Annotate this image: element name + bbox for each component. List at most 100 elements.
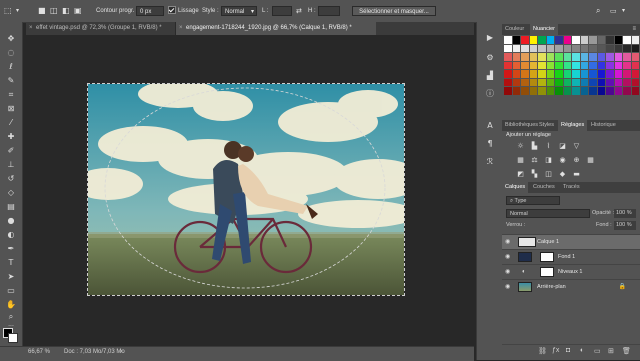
color-swatch[interactable] [623,44,631,53]
color-swatch[interactable] [589,53,597,61]
color-swatch[interactable] [529,53,538,61]
zoom-level[interactable]: 66,67 % [28,349,50,355]
color-swatch[interactable] [538,70,546,78]
invert-icon[interactable]: ◩ [516,170,525,178]
color-swatch[interactable] [572,61,580,70]
color-swatch[interactable] [546,53,555,61]
layer-row[interactable]: ◉ ◐ Niveaux 1 [502,264,640,279]
color-swatch[interactable] [555,78,563,87]
color-swatch[interactable] [631,44,640,53]
color-swatch[interactable] [521,78,529,87]
levels-icon[interactable]: ▙ [530,142,539,150]
color-swatch[interactable] [512,53,521,61]
properties-icon[interactable]: ⚙ [484,52,496,64]
color-swatch[interactable] [504,70,512,78]
color-swatch[interactable] [529,70,538,78]
color-swatch[interactable] [614,53,623,61]
color-swatch[interactable] [521,87,529,95]
color-swatch[interactable] [512,87,521,95]
color-swatch[interactable] [606,78,614,87]
color-swatch[interactable] [563,70,572,78]
color-swatch[interactable] [555,36,563,44]
color-swatch[interactable] [529,44,538,53]
color-swatch[interactable] [504,87,512,95]
tab-nuancier[interactable]: Nuancier [530,24,559,35]
color-swatch[interactable] [631,36,640,44]
color-swatch[interactable] [580,87,589,95]
new-layer-icon[interactable]: ⊞ [608,347,614,355]
color-swatch[interactable] [512,61,521,70]
color-swatch[interactable] [614,78,623,87]
color-swatch[interactable] [512,36,521,44]
tab-reglages[interactable]: Réglages [558,120,588,131]
color-swatch[interactable] [597,87,606,95]
color-swatch[interactable] [572,36,580,44]
color-swatch[interactable] [623,70,631,78]
photo-filter-icon[interactable]: ◉ [558,156,567,164]
layer-row[interactable]: ◉ Calque 1 [502,234,640,249]
status-arrow-icon[interactable]: › [120,348,122,355]
color-swatch[interactable] [606,61,614,70]
add-mask-icon[interactable]: ◘ [566,347,570,354]
trash-icon[interactable]: 🗑 [622,347,631,355]
color-swatch[interactable] [546,70,555,78]
color-swatch[interactable] [521,61,529,70]
color-lookup-icon[interactable]: ▦ [586,156,595,164]
tab-styles[interactable]: Styles [536,120,557,131]
tab-couches[interactable]: Couches [530,182,558,193]
gradient-map-icon[interactable]: ▬ [572,170,581,178]
eye-icon[interactable]: ◉ [505,280,513,294]
color-swatch[interactable] [529,87,538,95]
color-swatch[interactable] [521,44,529,53]
brightness-icon[interactable]: ☼ [516,142,525,150]
color-swatch[interactable] [623,87,631,95]
color-swatch[interactable] [555,87,563,95]
color-swatch[interactable] [572,44,580,53]
color-swatch[interactable] [597,61,606,70]
color-swatch[interactable] [580,61,589,70]
vibrance-icon[interactable]: ▽ [572,142,581,150]
threshold-icon[interactable]: ◫ [544,170,553,178]
eye-icon[interactable]: ◉ [505,265,513,279]
link-layers-icon[interactable]: ⛓ [538,347,547,355]
eye-icon[interactable]: ◉ [505,250,513,264]
color-swatch[interactable] [580,53,589,61]
color-swatch[interactable] [623,61,631,70]
color-swatch[interactable] [580,44,589,53]
new-group-icon[interactable]: ▭ [594,347,601,355]
color-swatch[interactable] [614,44,623,53]
color-swatch[interactable] [614,70,623,78]
color-swatch[interactable] [555,61,563,70]
color-swatch[interactable] [529,36,538,44]
color-swatch[interactable] [504,36,512,44]
color-swatch[interactable] [589,70,597,78]
fill-input[interactable]: 100 % [614,221,636,230]
color-swatch[interactable] [631,87,640,95]
color-swatch[interactable] [606,44,614,53]
color-swatch[interactable] [623,36,631,44]
color-swatch[interactable] [512,70,521,78]
color-swatch[interactable] [555,44,563,53]
swatch-grid[interactable] [502,36,640,126]
color-swatch[interactable] [504,53,512,61]
tab-calques[interactable]: Calques [502,182,529,193]
color-swatch[interactable] [546,87,555,95]
opacity-input[interactable]: 100 % [614,209,636,218]
color-swatch[interactable] [589,87,597,95]
color-swatch[interactable] [631,70,640,78]
color-swatch[interactable] [631,61,640,70]
color-swatch[interactable] [572,70,580,78]
curves-icon[interactable]: ⌇ [544,142,553,150]
color-swatch[interactable] [546,78,555,87]
color-swatch[interactable] [623,78,631,87]
color-swatch[interactable] [589,36,597,44]
color-swatch[interactable] [563,44,572,53]
posterize-icon[interactable]: ▚ [530,170,539,178]
color-swatch[interactable] [512,78,521,87]
color-swatch[interactable] [538,36,546,44]
color-swatch[interactable] [597,53,606,61]
color-swatch[interactable] [529,78,538,87]
color-swatch[interactable] [614,61,623,70]
color-swatch[interactable] [555,53,563,61]
color-swatch[interactable] [563,36,572,44]
